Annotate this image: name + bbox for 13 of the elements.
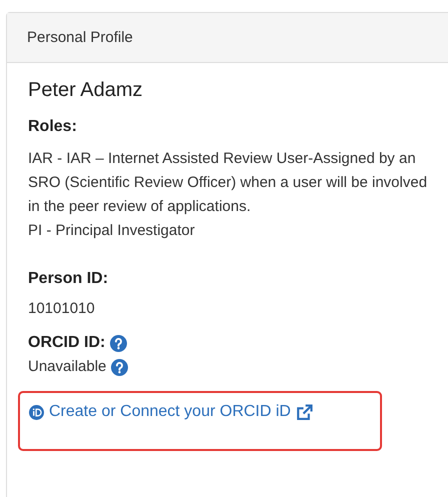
panel-title: Personal Profile (27, 29, 133, 46)
field-label: ORCID ID: (28, 333, 106, 353)
field-label: Roles: (28, 117, 78, 137)
field-value: 10101010 (28, 299, 96, 319)
help-icon[interactable] (111, 358, 128, 376)
circle-icon (29, 404, 44, 420)
role-text: PI - Principal Investigator (28, 221, 196, 241)
field-label: Person ID: (28, 269, 110, 289)
help-icon[interactable] (110, 334, 128, 352)
external-link-icon (296, 404, 313, 420)
role-text: IAR - IAR – Internet Assisted Review User-Assigned by an SRO (Scientific Review Officer) when a user will be involved in the peer review of applications. (28, 149, 428, 217)
field-value: Unavailable (28, 357, 106, 377)
person-name: Peter Adamz (28, 78, 144, 103)
